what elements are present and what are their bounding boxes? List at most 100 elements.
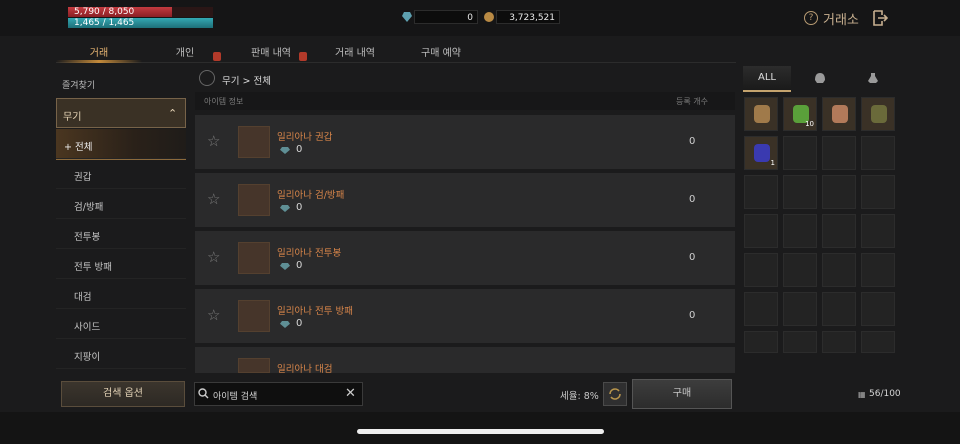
sidebar-item-label: 검/방패 [74,202,104,213]
column-header-item: 아이템 정보 [204,97,244,106]
item-count: 0 [689,310,696,321]
gold-amount: 3,723,521 [496,10,560,24]
search-placeholder: 아이템 검색 [213,392,258,402]
refresh-button[interactable] [603,382,627,406]
sidebar-item-label: 지팡이 [74,352,101,363]
exit-icon[interactable] [872,10,888,26]
inventory-slot[interactable] [822,331,856,353]
page-title: 거래소 [823,13,859,28]
boots-icon [871,105,887,123]
inventory-slot[interactable] [822,136,856,170]
list-item[interactable] [195,115,735,169]
list-item[interactable] [195,173,735,227]
inventory-slot[interactable] [822,292,856,326]
inventory-slot[interactable] [744,292,778,326]
inventory-slot[interactable] [783,175,817,209]
inventory-slot[interactable] [822,97,856,131]
tab-trade-history[interactable]: 거래 내역 [312,44,398,59]
amulet-icon [754,105,770,123]
sidebar-item-label: 사이드 [74,322,101,333]
tab-armor[interactable] [796,66,844,90]
star-icon[interactable]: ☆ [207,248,220,266]
inventory-slot[interactable]: 10 [783,97,817,131]
chevron-up-icon: ⌃ [168,107,178,120]
breadcrumb: 무기 > 전체 [222,76,271,87]
tab-all[interactable]: ALL [743,66,791,92]
home-indicator[interactable] [357,429,604,434]
star-icon[interactable]: ☆ [207,306,220,324]
lock-icon [213,52,221,61]
item-name: 일리아나 검/방패 [277,190,345,201]
inventory-slot[interactable] [861,175,895,209]
search-icon [198,388,209,399]
gauntlet-icon [238,126,270,158]
inventory-slot[interactable] [783,253,817,287]
item-count: 0 [689,194,696,205]
greatsword-icon [238,358,270,373]
hp-text: 5,790 / 8,050 [74,7,135,17]
sidebar-item-label: + 전체 [64,142,93,153]
star-icon[interactable]: ☆ [207,190,220,208]
item-price: 0 [296,318,303,329]
potion-icon [868,73,878,83]
help-icon[interactable]: ? [804,11,818,25]
helmet-icon [815,73,825,83]
list-item[interactable] [195,347,735,373]
buy-button[interactable]: 구매 [632,379,732,409]
inventory-slot[interactable] [861,292,895,326]
inventory-slot[interactable] [744,331,778,353]
inventory-slot[interactable] [822,214,856,248]
diamond-amount: 0 [414,10,478,24]
tax-rate: 세율: 8% [560,391,599,402]
item-price: 0 [296,202,303,213]
inventory-slot[interactable] [783,214,817,248]
tab-trade[interactable]: 거래 [56,44,142,59]
search-options-button[interactable]: 검색 옵션 [61,381,185,407]
gold-icon [484,12,494,22]
mp-text: 1,465 / 1,465 [74,18,135,28]
item-count: 0 [689,252,696,263]
ring-icon [832,105,848,123]
sidebar-item-label: 전투 방패 [74,262,112,273]
inventory-slot[interactable] [783,331,817,353]
inventory-slot[interactable] [744,253,778,287]
column-header-count: 등록 개수 [676,97,708,106]
sword-shield-icon [238,184,270,216]
tab-consumable[interactable] [849,66,897,90]
decorative-border [0,412,960,444]
active-tab-indicator [56,60,142,63]
item-quantity-badge: 1 [770,159,775,167]
close-icon[interactable]: ✕ [345,386,356,401]
item-quantity-badge: 10 [805,120,814,128]
tab-divider [56,62,736,63]
battle-shield-icon [238,300,270,332]
inventory-slot[interactable] [744,97,778,131]
sidebar-item-label: 권갑 [74,172,92,183]
inventory-slot[interactable] [822,253,856,287]
inventory-slot[interactable]: 1 [744,136,778,170]
category-label: 무기 [63,112,82,123]
inventory-slot[interactable] [822,175,856,209]
item-count: 0 [689,136,696,147]
inventory-slot[interactable] [861,214,895,248]
item-name: 일리아나 전투봉 [277,248,342,259]
list-header [195,92,735,110]
item-price: 0 [296,260,303,271]
inventory-slot[interactable] [744,175,778,209]
inventory-slot[interactable] [861,97,895,131]
inventory-slot[interactable] [783,292,817,326]
refresh-icon [609,388,621,400]
gem-icon [754,144,770,162]
inventory-slot[interactable] [861,331,895,353]
inventory-slot[interactable] [861,253,895,287]
star-icon[interactable]: ☆ [207,132,220,150]
inventory-slot[interactable] [783,136,817,170]
list-item[interactable] [195,231,735,285]
tab-purchase-reservation[interactable]: 구매 예약 [398,44,484,59]
list-item[interactable] [195,289,735,343]
item-name: 일리아나 전투 방패 [277,306,353,317]
item-name: 일리아나 대검 [277,364,333,375]
favorites-label[interactable]: 즐겨찾기 [62,78,95,91]
inventory-slot[interactable] [861,136,895,170]
inventory-slot[interactable] [744,214,778,248]
